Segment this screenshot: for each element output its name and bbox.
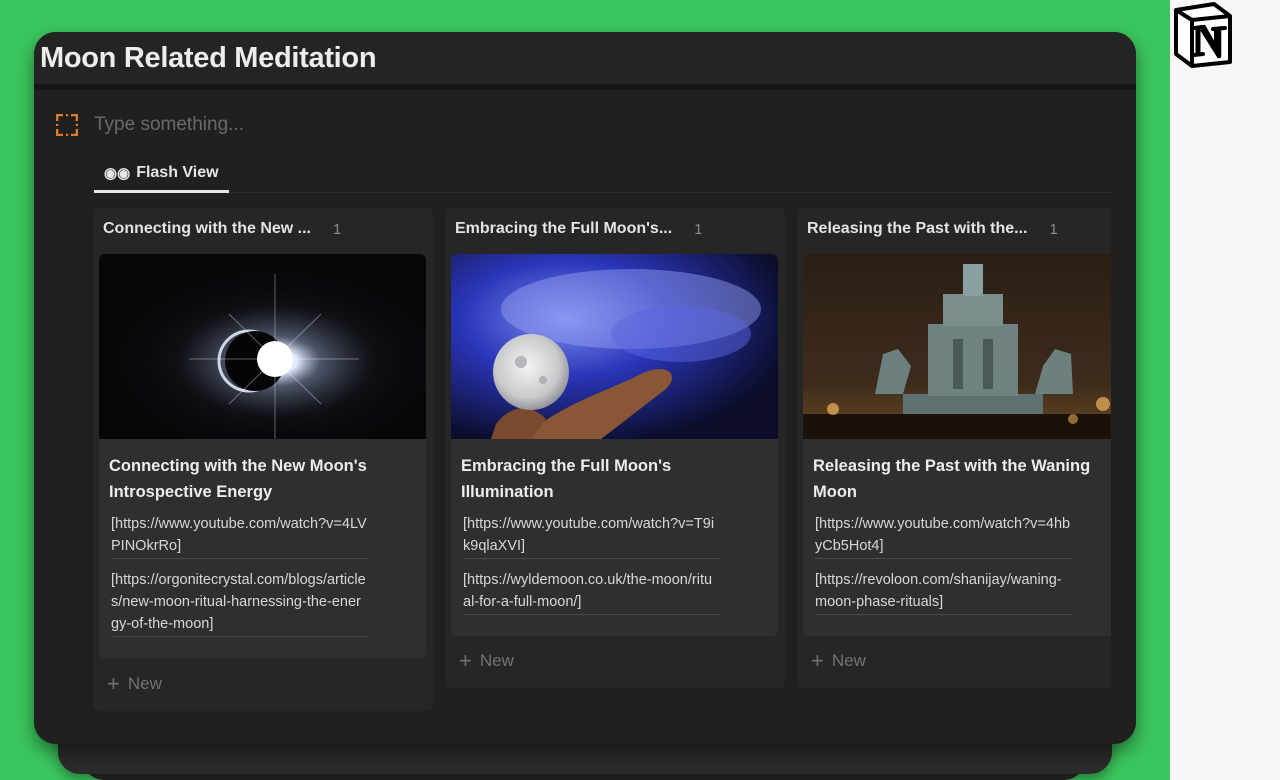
column-count: 1	[1049, 220, 1058, 238]
column-count: 1	[333, 220, 342, 238]
app-window: Moon Related Meditation Type something..…	[34, 32, 1136, 744]
type-something-input[interactable]: Type something...	[94, 114, 244, 136]
side-panel	[1170, 0, 1280, 780]
column-title: Connecting with the New ...	[103, 220, 311, 237]
view-tabs: ◉◉ Flash View	[94, 156, 1110, 193]
card-title: Embracing the Full Moon's Illumination	[461, 457, 672, 501]
column-title: Releasing the Past with the...	[807, 220, 1028, 237]
column-header[interactable]: Embracing the Full Moon's... 1	[445, 208, 785, 250]
card-cover-image	[99, 254, 426, 439]
add-card-button[interactable]: + New	[107, 671, 162, 696]
board-card[interactable]: Connecting with the New Moon's Introspec…	[99, 254, 426, 659]
card-cover-image	[451, 254, 778, 439]
column-title: Embracing the Full Moon's...	[455, 220, 673, 237]
new-label: New	[479, 651, 514, 670]
add-card-button[interactable]: + New	[459, 648, 514, 673]
binoculars-icon: ◉◉	[104, 165, 131, 182]
board: Connecting with the New ... 1 Connecting…	[93, 208, 1111, 744]
url-property[interactable]: [https://www.youtube.com/watch?v=T9ik9ql…	[463, 513, 720, 559]
column-header[interactable]: Connecting with the New ... 1	[93, 208, 433, 250]
card-title: Releasing the Past with the Waning Moon	[813, 457, 1091, 501]
board-card[interactable]: Releasing the Past with the Waning Moon …	[803, 254, 1111, 636]
plus-icon: +	[811, 648, 824, 673]
plus-icon: +	[107, 671, 120, 696]
column-header[interactable]: Releasing the Past with the... 1	[797, 208, 1111, 250]
url-property[interactable]: [https://www.youtube.com/watch?v=4LVPINO…	[111, 513, 368, 559]
page-title: Moon Related Meditation	[40, 41, 377, 74]
board-column: Connecting with the New ... 1 Connecting…	[93, 208, 433, 711]
card-title: Connecting with the New Moon's Introspec…	[109, 457, 367, 501]
board-column: Releasing the Past with the... 1 Releasi…	[797, 208, 1111, 688]
url-property[interactable]: [https://orgonitecrystal.com/blogs/artic…	[111, 569, 368, 637]
column-count: 1	[694, 220, 703, 238]
tab-label: Flash View	[136, 164, 219, 181]
card-cover-image	[803, 254, 1111, 439]
quick-input-row[interactable]: Type something...	[56, 114, 244, 136]
plus-icon: +	[459, 648, 472, 673]
new-label: New	[831, 651, 866, 670]
page-body: Type something... ◉◉ Flash View Connecti…	[34, 90, 1136, 744]
new-label: New	[127, 674, 162, 693]
add-card-button[interactable]: + New	[811, 648, 866, 673]
board-column: Embracing the Full Moon's... 1 Embracing…	[445, 208, 785, 688]
url-property[interactable]: [https://wyldemoon.co.uk/the-moon/ritual…	[463, 569, 720, 615]
tab-flash-view[interactable]: ◉◉ Flash View	[94, 156, 229, 193]
board-card[interactable]: Embracing the Full Moon's Illumination […	[451, 254, 778, 636]
url-property[interactable]: [https://revoloon.com/shanijay/waning-mo…	[815, 569, 1072, 615]
url-property[interactable]: [https://www.youtube.com/watch?v=4hbyCb5…	[815, 513, 1072, 559]
dashed-square-icon	[56, 114, 78, 136]
notion-logo-icon	[1174, 2, 1232, 68]
title-bar: Moon Related Meditation	[34, 32, 1136, 90]
